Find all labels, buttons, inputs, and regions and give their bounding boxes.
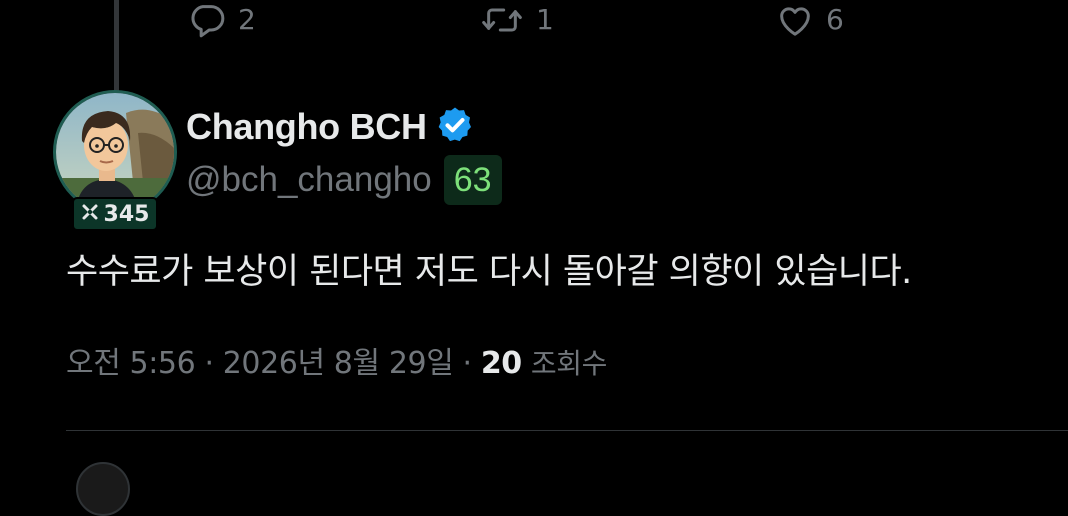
retweet-button[interactable]: 1: [478, 0, 554, 40]
author-handle-row: @bch_changho 63: [186, 154, 502, 206]
reply-icon: [186, 0, 228, 40]
tweet-text: 수수료가 보상이 된다면 저도 다시 돌아갈 의향이 있습니다.: [66, 252, 912, 292]
like-button[interactable]: 6: [774, 0, 844, 40]
retweet-count: 1: [536, 3, 554, 36]
section-divider: [66, 430, 1068, 431]
retweet-icon: [478, 0, 526, 40]
views-label: 조회수: [530, 347, 607, 380]
score-badge-value: 345: [103, 201, 150, 227]
reply-count: 2: [238, 3, 256, 36]
tweet-timestamp[interactable]: 오전 5:56 · 2026년 8월 29일 ·: [66, 346, 481, 381]
verified-badge-icon[interactable]: [435, 105, 475, 149]
author-handle[interactable]: @bch_changho: [186, 160, 432, 200]
author-display-name[interactable]: Changho BCH: [186, 106, 427, 148]
tweet-meta: 오전 5:56 · 2026년 8월 29일 · 20 조회수: [66, 342, 607, 386]
reply-button[interactable]: 2: [186, 0, 256, 40]
like-icon: [774, 0, 816, 40]
handle-score-badge: 63: [443, 155, 502, 205]
author-avatar[interactable]: [53, 90, 177, 214]
views-count: 20: [480, 346, 522, 381]
like-count: 6: [826, 3, 844, 36]
previous-tweet-action-bar: 2 1 6: [0, 0, 1068, 40]
avatar-image: [56, 93, 174, 211]
author-name-row: Changho BCH: [186, 104, 475, 150]
score-badge: 345: [72, 197, 158, 231]
next-reply-avatar[interactable]: [76, 462, 130, 516]
x-score-icon: [81, 202, 99, 227]
